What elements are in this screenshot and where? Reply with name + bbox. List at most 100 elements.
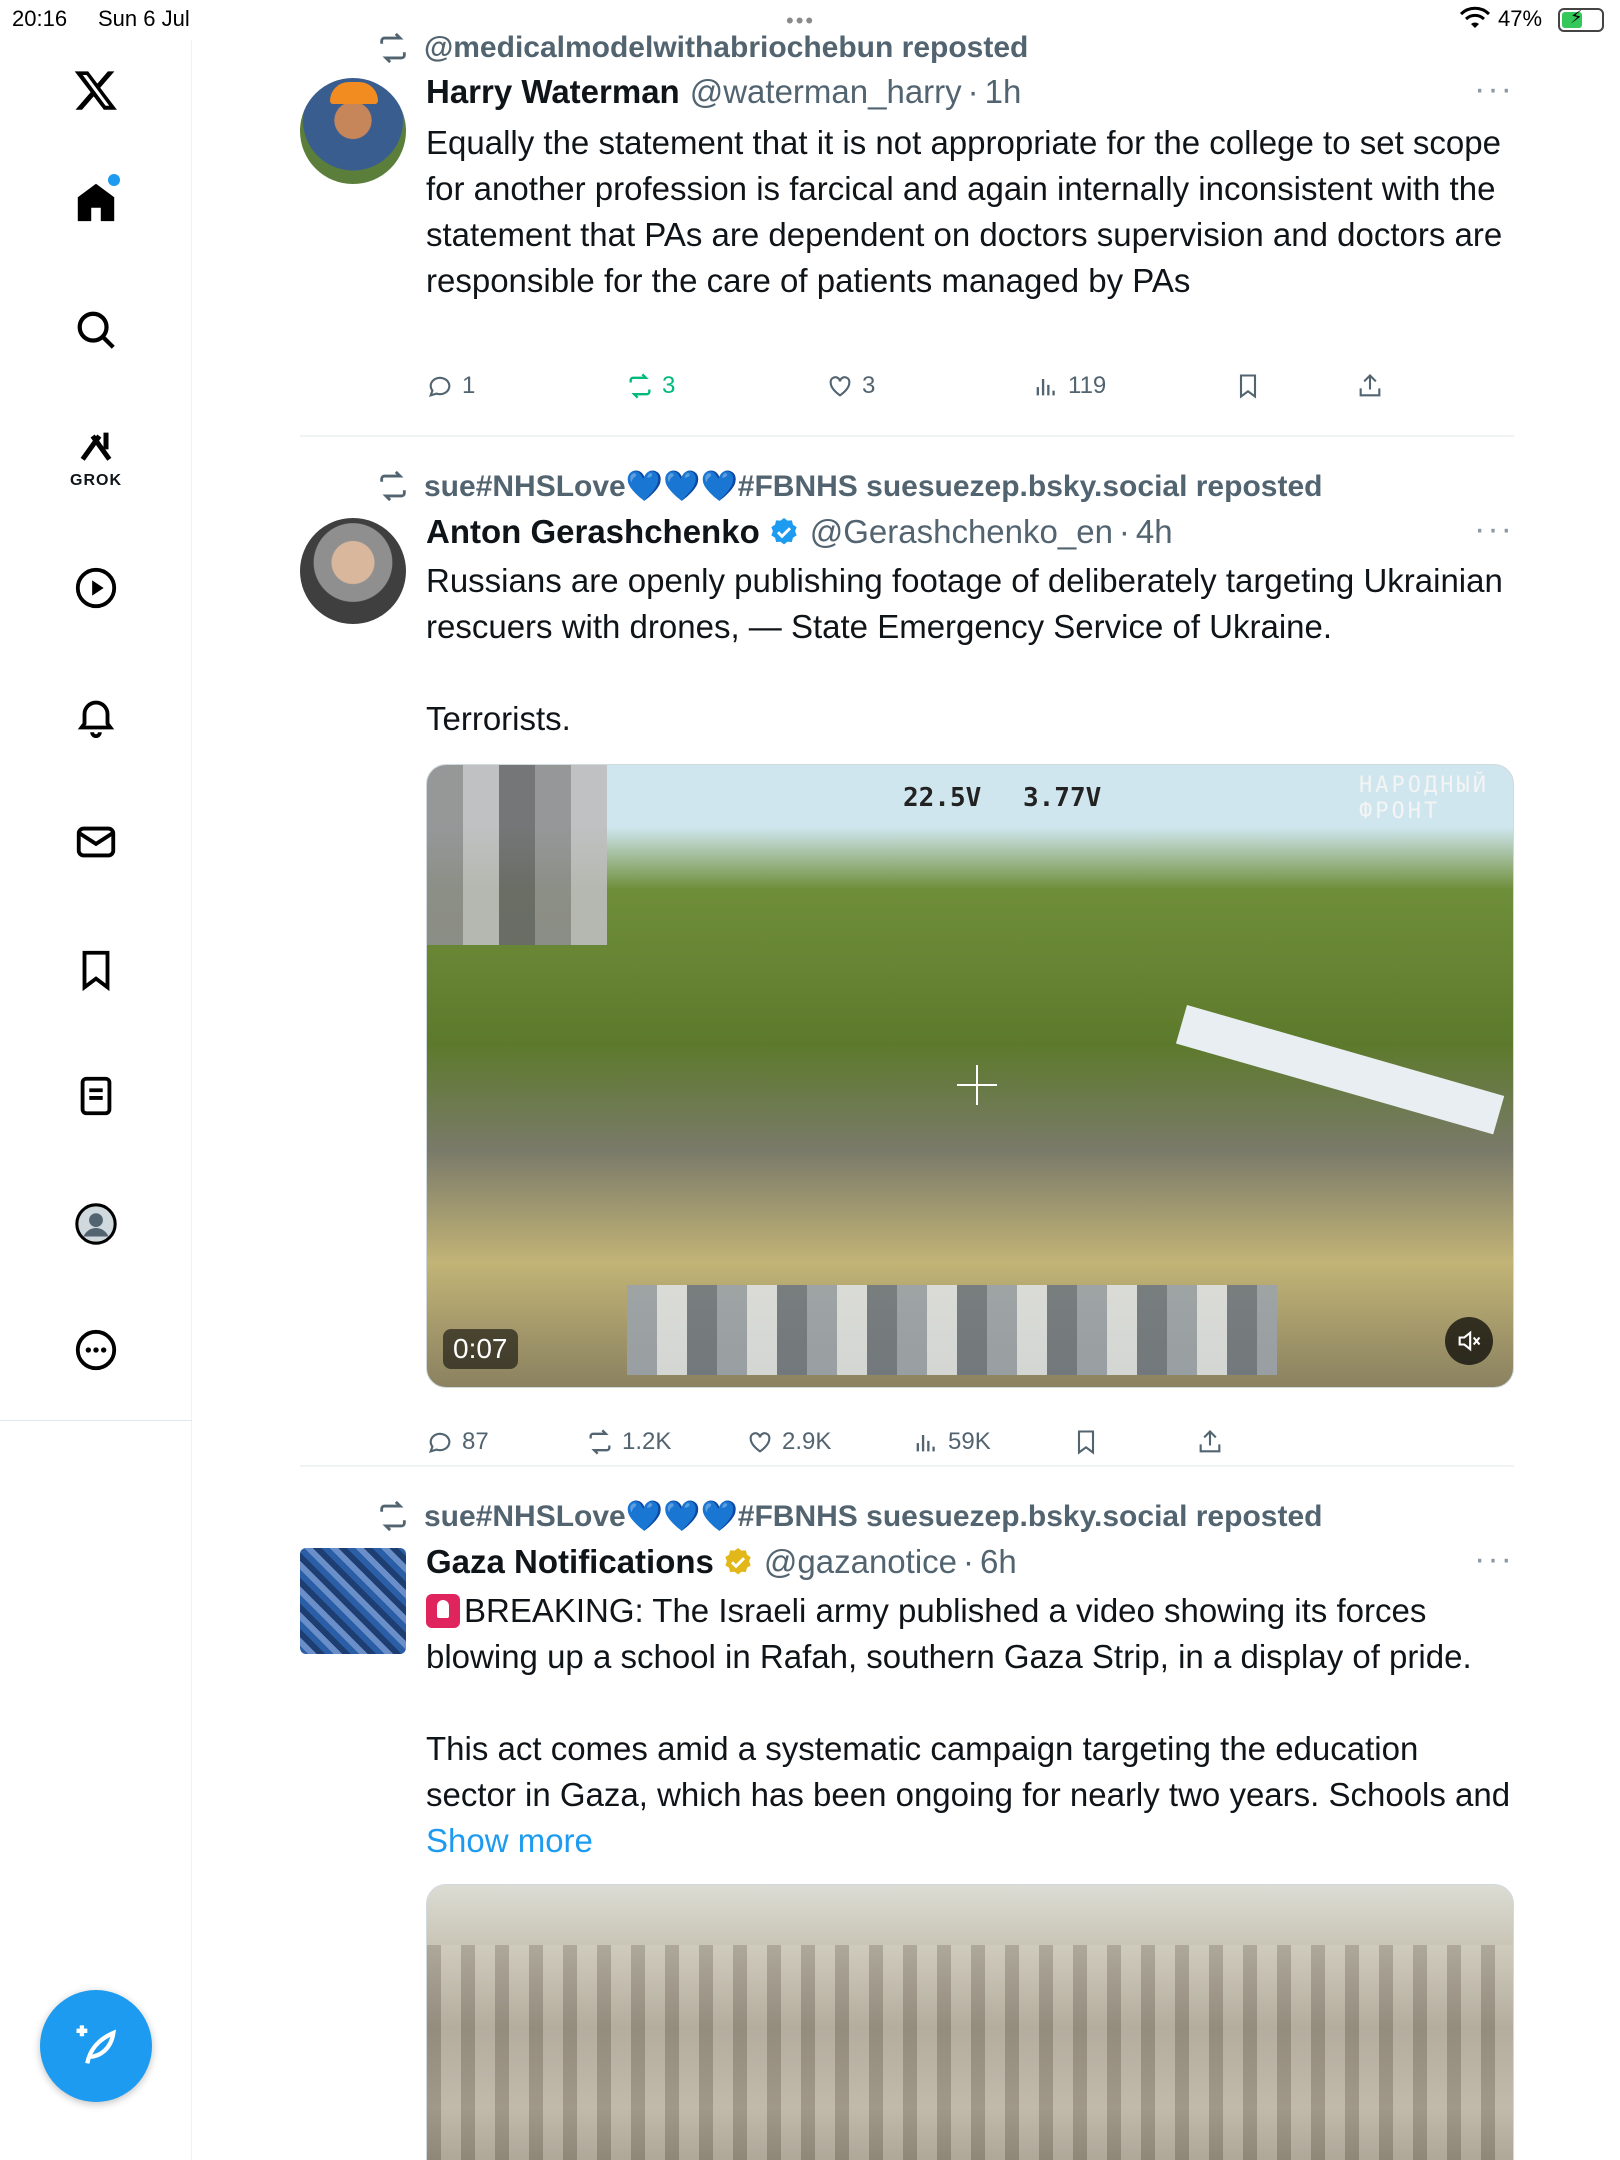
repost-context: @medicalmodelwithabriochebun reposted bbox=[376, 28, 1028, 68]
mute-button[interactable] bbox=[1445, 1317, 1493, 1365]
video-icon[interactable] bbox=[66, 558, 126, 618]
tweet-text: BREAKING: The Israeli army published a v… bbox=[426, 1588, 1514, 1864]
profile-avatar-icon[interactable] bbox=[66, 1194, 126, 1254]
tweet-paragraph: This act comes amid a systematic campaig… bbox=[426, 1730, 1511, 1859]
video-watermark: НАРОДНЫЙ ФРОНТ bbox=[1359, 773, 1489, 824]
repost-by-text[interactable]: @medicalmodelwithabriochebun reposted bbox=[424, 31, 1028, 65]
tweet-header: Anton Gerashchenko @Gerashchenko_en · 4h bbox=[426, 513, 1173, 551]
status-time: 20:16 bbox=[12, 6, 68, 31]
video-player[interactable]: 22.5V 3.77V НАРОДНЫЙ ФРОНТ 0:07 bbox=[426, 764, 1514, 1388]
bookmarks-icon[interactable] bbox=[66, 940, 126, 1000]
reply-button[interactable]: 1 bbox=[426, 366, 475, 406]
cell-voltage-readout: 3.77V bbox=[1023, 783, 1102, 813]
status-date: Sun 6 Jul bbox=[98, 6, 190, 31]
tweet-more-icon[interactable]: ··· bbox=[1474, 70, 1514, 109]
lists-icon[interactable] bbox=[66, 1066, 126, 1126]
repost-icon bbox=[380, 32, 406, 64]
crosshair-icon bbox=[957, 1065, 997, 1105]
tweet-age[interactable]: 4h bbox=[1136, 513, 1173, 551]
repost-context: sue#NHSLove💙💙💙#FBNHS suesuezep.bsky.soci… bbox=[376, 1496, 1322, 1536]
x-logo-icon[interactable] bbox=[66, 60, 126, 120]
repost-by-text[interactable]: sue#NHSLove💙💙💙#FBNHS suesuezep.bsky.soci… bbox=[424, 1499, 1322, 1534]
author-handle[interactable]: @waterman_harry bbox=[690, 73, 962, 111]
author-name[interactable]: Anton Gerashchenko bbox=[426, 513, 760, 551]
views-button[interactable]: 59K bbox=[912, 1422, 991, 1462]
wifi-icon bbox=[1460, 6, 1490, 28]
battery-icon: ⚡ bbox=[1558, 7, 1604, 32]
verified-gold-badge-icon bbox=[725, 1548, 751, 1575]
show-more-link[interactable]: Show more bbox=[426, 1822, 593, 1859]
tweet-header: Harry Waterman @waterman_harry · 1h bbox=[426, 73, 1022, 111]
reply-count: 1 bbox=[462, 372, 476, 399]
avatar[interactable] bbox=[300, 1548, 406, 1654]
more-options-icon[interactable] bbox=[66, 1320, 126, 1380]
like-count: 3 bbox=[862, 372, 876, 399]
tweet-text: Russians are openly publishing footage o… bbox=[426, 558, 1514, 742]
tweet-age[interactable]: 1h bbox=[985, 73, 1022, 111]
grok-label: GROK bbox=[70, 472, 122, 489]
rubble-texture bbox=[427, 1945, 1513, 2160]
reply-count: 87 bbox=[462, 1428, 489, 1455]
like-button[interactable]: 3 bbox=[826, 366, 875, 406]
tweet-actions: 1 3 3 119 bbox=[426, 366, 1514, 406]
like-button[interactable]: 2.9K bbox=[746, 1422, 831, 1462]
verified-badge-icon bbox=[771, 518, 797, 545]
author-name[interactable]: Harry Waterman bbox=[426, 73, 680, 111]
reply-button[interactable]: 87 bbox=[426, 1422, 489, 1462]
author-handle[interactable]: @gazanotice bbox=[764, 1543, 957, 1581]
tweet-text: Equally the statement that it is not app… bbox=[426, 120, 1514, 304]
pixelated-region bbox=[427, 765, 607, 945]
siren-emoji-icon bbox=[426, 1594, 460, 1628]
share-button[interactable] bbox=[1356, 366, 1392, 406]
muted-speaker-icon bbox=[1458, 1330, 1481, 1352]
like-count: 2.9K bbox=[782, 1428, 832, 1455]
home-icon[interactable] bbox=[66, 172, 126, 232]
repost-button[interactable]: 3 bbox=[626, 366, 675, 406]
tweet-paragraph: Terrorists. bbox=[426, 700, 571, 737]
tweet-more-icon[interactable]: ··· bbox=[1474, 510, 1514, 549]
messages-mail-icon[interactable] bbox=[66, 812, 126, 872]
avatar[interactable] bbox=[300, 78, 406, 184]
bookmark-button[interactable] bbox=[1234, 366, 1270, 406]
author-handle[interactable]: @Gerashchenko_en bbox=[810, 513, 1113, 551]
repost-icon bbox=[629, 373, 651, 399]
repost-by-text[interactable]: sue#NHSLove💙💙💙#FBNHS suesuezep.bsky.soci… bbox=[424, 469, 1322, 504]
views-chart-icon bbox=[1036, 379, 1055, 396]
grok-icon[interactable]: GROK bbox=[66, 424, 126, 489]
views-chart-icon bbox=[916, 1435, 935, 1452]
post-image[interactable] bbox=[426, 1884, 1514, 2160]
repost-icon bbox=[589, 1429, 611, 1455]
bookmark-icon bbox=[1239, 374, 1257, 399]
tweet-paragraph: Equally the statement that it is not app… bbox=[426, 124, 1503, 299]
repost-count: 3 bbox=[662, 372, 676, 399]
voltage-readout: 22.5V bbox=[903, 783, 982, 813]
notifications-bell-icon[interactable] bbox=[66, 686, 126, 746]
repost-button[interactable]: 1.2K bbox=[586, 1422, 671, 1462]
share-button[interactable] bbox=[1196, 1422, 1232, 1462]
video-duration: 0:07 bbox=[443, 1329, 518, 1369]
bookmark-button[interactable] bbox=[1072, 1422, 1108, 1462]
search-icon[interactable] bbox=[66, 300, 126, 360]
view-count: 59K bbox=[948, 1428, 991, 1455]
author-name[interactable]: Gaza Notifications bbox=[426, 1543, 714, 1581]
heart-icon bbox=[829, 376, 851, 397]
sidebar: GROK bbox=[0, 40, 192, 2160]
views-button[interactable]: 119 bbox=[1032, 366, 1106, 406]
share-icon bbox=[1359, 374, 1381, 397]
tweet-age[interactable]: 6h bbox=[980, 1543, 1017, 1581]
tweet-paragraph: Russians are openly publishing footage o… bbox=[426, 562, 1503, 645]
bookmark-icon bbox=[1077, 1430, 1095, 1455]
tweet-more-icon[interactable]: ··· bbox=[1474, 1540, 1514, 1579]
compose-post-button[interactable] bbox=[40, 1990, 152, 2102]
battery-percent: 47% bbox=[1498, 6, 1543, 31]
tweet-paragraph: BREAKING: The Israeli army published a v… bbox=[426, 1592, 1472, 1675]
sidebar-divider bbox=[0, 1420, 192, 1421]
repost-context: sue#NHSLove💙💙💙#FBNHS suesuezep.bsky.soci… bbox=[376, 466, 1322, 506]
pixelated-region bbox=[627, 1285, 1277, 1375]
reply-icon bbox=[428, 1432, 451, 1453]
repost-icon bbox=[380, 470, 406, 502]
repost-icon bbox=[380, 1500, 406, 1532]
heart-icon bbox=[749, 1432, 771, 1453]
tweet-separator bbox=[300, 1465, 1514, 1467]
avatar[interactable] bbox=[300, 518, 406, 624]
